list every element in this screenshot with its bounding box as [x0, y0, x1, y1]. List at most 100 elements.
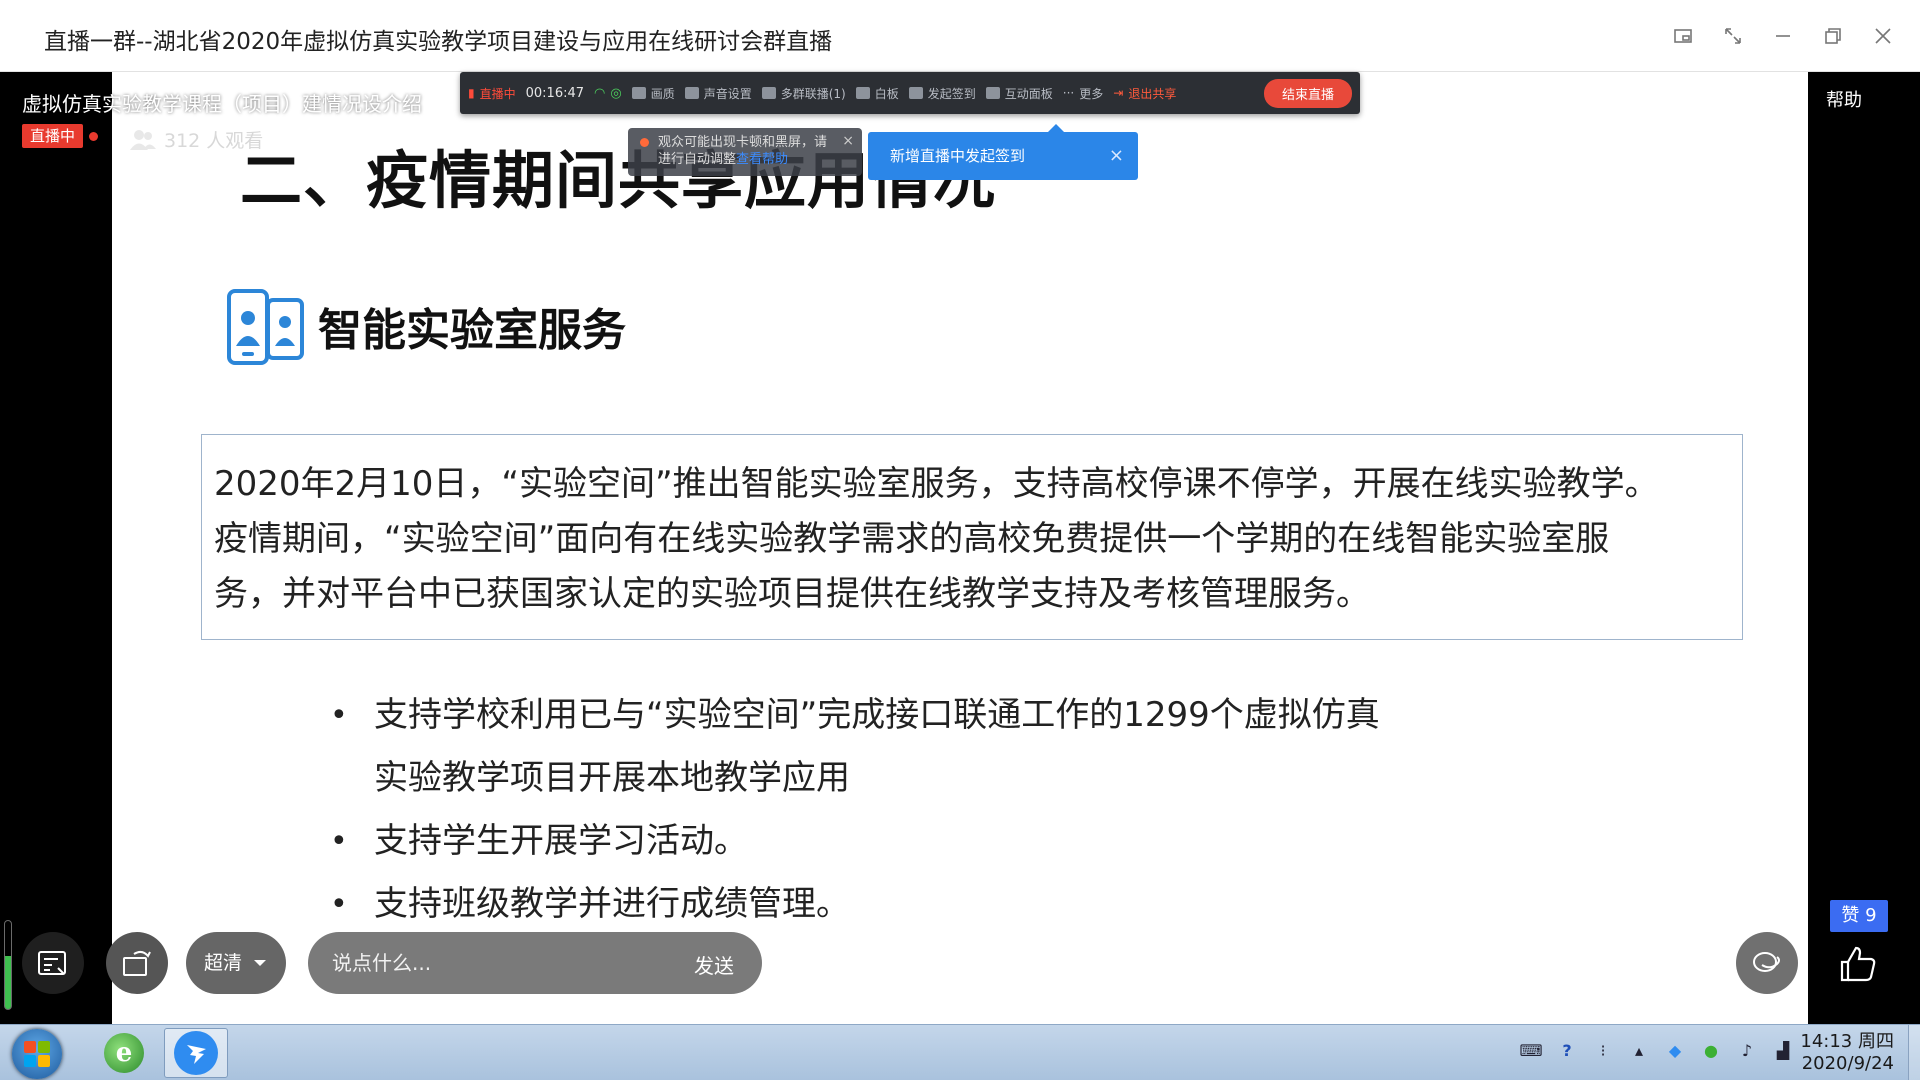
live-status: ▮ 直播中: [468, 85, 516, 102]
status-ok-icon: ◎: [610, 85, 622, 101]
paragraph-line: 疫情期间，“实验空间”面向有在线实验教学需求的高校免费提供一个学期的在线智能实验…: [214, 519, 1610, 559]
window-controls: [1664, 18, 1902, 54]
live-status-badge: 直播中: [22, 124, 84, 148]
bullet-item: 支持学校利用已与“实验空间”完成接口联通工作的1299个虚拟仿真: [330, 684, 1380, 747]
restore-icon: [1825, 28, 1841, 44]
bullet-item: 支持班级教学并进行成绩管理。: [330, 873, 1380, 936]
minimize-icon: [1776, 35, 1790, 37]
list-edit-icon: [38, 951, 66, 975]
toolbar-audio-settings[interactable]: 声音设置: [684, 85, 752, 102]
dingtalk-icon: [174, 1031, 218, 1075]
toolbar-audio-label: 声音设置: [703, 86, 752, 101]
live-status-label: 直播中: [479, 86, 516, 101]
clock-time: 14:13 周四: [1800, 1031, 1894, 1052]
close-icon[interactable]: ×: [842, 133, 854, 150]
more-dots-icon: ···: [1062, 86, 1075, 100]
toolbar-more-label: 更多: [1079, 86, 1104, 101]
wifi-icon: ◠: [594, 85, 606, 101]
camera-icon: [631, 87, 646, 99]
live-indicator-dot: [89, 132, 98, 141]
toolbar-sign-in[interactable]: 发起签到: [908, 85, 976, 102]
like-button[interactable]: [1828, 934, 1888, 994]
notes-list-button[interactable]: [22, 932, 84, 994]
tray-app-icon[interactable]: ⁝: [1592, 1039, 1614, 1061]
restore-button[interactable]: [1814, 18, 1852, 54]
close-icon[interactable]: ×: [1109, 132, 1124, 180]
toolbar-interaction-label: 互动面板: [1004, 86, 1053, 101]
signal-bars-icon: ▮: [468, 86, 475, 100]
bullet-item-continuation: 实验教学项目开展本地教学应用: [374, 758, 850, 798]
paragraph-line: 2020年2月10日，“实验空间”推出智能实验室服务，支持高校停课不停学，开展在…: [214, 464, 1659, 504]
tip-text-line1: 观众可能出现卡顿和黑屏，请: [658, 135, 828, 150]
paragraph-line: 务，并对平台中已获国家认定的实验项目提供在线教学支持及考核管理服务。: [214, 574, 1370, 614]
toolbar-more[interactable]: ··· 更多: [1063, 85, 1103, 102]
exit-share-button[interactable]: ⇥ 退出共享: [1113, 85, 1176, 102]
stutter-tip-popup: × 观众可能出现卡顿和黑屏，请 进行自动调整查看帮助: [628, 128, 862, 176]
viewer-count-text: 312 人观看: [164, 130, 264, 152]
toolbar-quality[interactable]: 画质: [631, 85, 675, 102]
window-title: 直播一群--湖北省2020年虚拟仿真实验教学项目建设与应用在线研讨会群直播: [44, 29, 833, 55]
volume-icon[interactable]: ♪: [1736, 1039, 1758, 1061]
help-circle-icon[interactable]: ?: [1556, 1039, 1578, 1061]
quality-selector[interactable]: 超清: [186, 932, 286, 994]
interaction-button[interactable]: [1736, 932, 1798, 994]
mic-volume-meter: [4, 920, 12, 1010]
sign-in-popup: 新增直播中发起签到 ×: [868, 124, 1138, 180]
smartphone-users-icon: [227, 289, 304, 365]
minimize-button[interactable]: [1764, 18, 1802, 54]
taskbar-clock[interactable]: 14:13 周四 2020/9/24: [1790, 1031, 1894, 1075]
window-titlebar: 直播一群--湖北省2020年虚拟仿真实验教学项目建设与应用在线研讨会群直播: [0, 0, 1920, 72]
shared-slide: 二、疫情期间共享应用情况 智能实验室服务 2020年2月10日，“实验空间”推出…: [112, 72, 1808, 1024]
toolbar-multi-group-label: 多群联播(1): [780, 86, 846, 101]
section-title: 智能实验室服务: [318, 305, 626, 356]
whiteboard-icon: [855, 87, 870, 99]
network-status: ◠ ◎: [594, 86, 622, 101]
keyboard-icon[interactable]: ⌨: [1519, 1039, 1542, 1061]
help-link[interactable]: 帮助: [1826, 86, 1862, 112]
bullet-item: 支持学生开展学习活动。: [330, 810, 1380, 873]
taskbar-ie-button[interactable]: e: [92, 1028, 156, 1078]
users-icon: [130, 129, 156, 150]
toolbar-interaction-panel[interactable]: 互动面板: [985, 85, 1053, 102]
rotate-button[interactable]: [106, 932, 168, 994]
internet-explorer-icon: e: [104, 1033, 144, 1073]
sign-in-popup-text: 新增直播中发起签到: [890, 147, 1026, 165]
live-toolbar: ▮ 直播中 00:16:47 ◠ ◎ 画质 声音设置 多群联播(1) 白板 发起…: [460, 72, 1360, 114]
exit-share-label: 退出共享: [1128, 86, 1177, 101]
comment-bar: 发送: [308, 932, 762, 994]
clock-date: 2020/9/24: [1801, 1053, 1894, 1074]
toolbar-multi-group[interactable]: 多群联播(1): [761, 85, 846, 102]
windows-taskbar: e ⌨ ? ⁝ ▴ ◆ ● ♪ ▟ 14:13 周四 2020/9/24: [0, 1024, 1920, 1080]
windows-logo-icon: [24, 1041, 50, 1067]
system-tray: ⌨ ? ⁝ ▴ ◆ ● ♪ ▟: [1519, 1039, 1794, 1061]
thumbs-up-icon: [1840, 946, 1876, 982]
show-hidden-icons-icon[interactable]: ▴: [1628, 1039, 1650, 1061]
toolbar-quality-label: 画质: [650, 86, 675, 101]
chat-bubble-icon: [985, 87, 1000, 99]
taskbar-dingtalk-button[interactable]: [164, 1028, 228, 1078]
show-desktop-button[interactable]: [1908, 1025, 1920, 1080]
live-timer: 00:16:47: [525, 85, 585, 101]
live-title: 虚拟仿真实验教学课程（项目）建情况设介绍: [22, 92, 422, 116]
warning-dot-icon: [640, 138, 649, 147]
likes-count-badge: 赞 9: [1830, 900, 1888, 932]
end-live-button[interactable]: 结束直播: [1263, 78, 1352, 108]
wechat-icon[interactable]: ●: [1700, 1039, 1722, 1061]
location-pin-icon: [908, 87, 923, 99]
toolbar-whiteboard[interactable]: 白板: [855, 85, 899, 102]
microphone-icon: [684, 87, 699, 99]
expand-icon: [1725, 28, 1741, 44]
comment-input[interactable]: [332, 948, 632, 978]
bullet-list: 支持学校利用已与“实验空间”完成接口联通工作的1299个虚拟仿真 实验教学项目开…: [330, 684, 1380, 936]
viewer-count: 312 人观看: [130, 126, 263, 153]
send-button[interactable]: 发送: [694, 950, 734, 979]
tip-text-line2: 进行自动调整查看帮助: [658, 151, 852, 168]
help-link[interactable]: 查看帮助: [736, 152, 788, 167]
fullscreen-button[interactable]: [1714, 18, 1752, 54]
rotate-screen-icon: [123, 950, 151, 976]
person-icon: [761, 87, 776, 99]
start-button[interactable]: [12, 1029, 62, 1079]
pip-button[interactable]: [1664, 18, 1702, 54]
dingtalk-tray-icon[interactable]: ◆: [1664, 1039, 1686, 1061]
close-window-button[interactable]: [1864, 18, 1902, 54]
